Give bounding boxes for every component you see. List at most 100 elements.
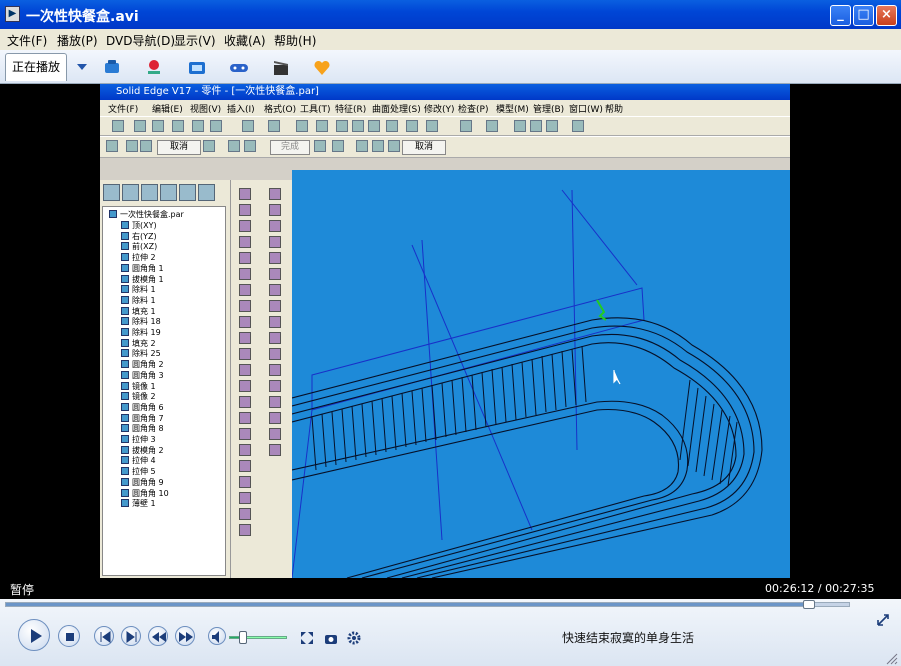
se-finish-button: 完成 xyxy=(270,140,310,155)
se-menu-item: 曲面处理(S) xyxy=(372,105,421,115)
tree-item-label: 圆角角 2 xyxy=(132,360,164,370)
se-menu-item: 帮助 xyxy=(605,105,624,115)
palette-tool-icon xyxy=(239,220,251,232)
palette-tool-icon xyxy=(269,236,281,248)
palette-tool-icon xyxy=(269,188,281,200)
seek-bar[interactable] xyxy=(5,600,850,609)
maximize-button[interactable]: □ xyxy=(853,5,874,26)
fast-forward-icon xyxy=(179,632,193,642)
tv-icon[interactable] xyxy=(188,59,206,75)
se-menu-item: 编辑(E) xyxy=(152,105,183,115)
3d-viewport xyxy=(292,170,790,578)
chevron-down-icon[interactable] xyxy=(76,63,88,71)
volume-slider[interactable] xyxy=(229,631,287,644)
tree-item: 镜像 1 xyxy=(121,381,156,392)
window-title: 一次性快餐盒.avi xyxy=(26,9,139,25)
palette-tool-icon xyxy=(269,220,281,232)
tree-item: 拉伸 2 xyxy=(121,253,156,263)
menu-help[interactable]: 帮助(H) xyxy=(274,32,316,49)
menu-view[interactable]: 显示(V) xyxy=(174,32,216,49)
se-menu-item: 修改(Y) xyxy=(424,105,455,115)
cad-model-drawing xyxy=(292,189,763,578)
clapperboard-icon[interactable] xyxy=(272,59,290,75)
next-button[interactable] xyxy=(121,626,141,646)
palette-tool-icon xyxy=(239,284,251,296)
feature-icon xyxy=(121,360,129,369)
tab-now-playing[interactable]: 正在播放 xyxy=(5,53,67,81)
heart-icon[interactable] xyxy=(313,59,331,75)
se-menu-item: 视图(V) xyxy=(190,105,222,115)
tree-item: 填充 2 xyxy=(121,338,156,349)
palette-tool-icon xyxy=(269,284,281,296)
feature-icon xyxy=(121,317,129,326)
tree-item: 除料 25 xyxy=(121,349,161,359)
palette-tool-icon xyxy=(269,204,281,216)
menu-play[interactable]: 播放(P) xyxy=(57,32,98,49)
gamepad-icon[interactable] xyxy=(229,59,249,75)
tree-item-label: 圆角角 10 xyxy=(132,488,169,498)
stop-button[interactable] xyxy=(58,625,80,647)
palette-tool-icon xyxy=(239,332,251,344)
mini-mode-icon[interactable] xyxy=(876,613,890,627)
tree-item: 除料 19 xyxy=(121,328,161,338)
fullscreen-icon[interactable] xyxy=(300,631,314,645)
video-area[interactable]: Solid Edge V17 - 零件 - [一次性快餐盒.par] 文件(F)… xyxy=(0,84,901,578)
tree-item-label: 拔模角 1 xyxy=(132,274,164,284)
mute-button[interactable] xyxy=(208,627,226,645)
palette-tool-icon xyxy=(269,396,281,408)
tree-root: 一次性快餐盒.par xyxy=(109,210,184,220)
palette-tool-icon xyxy=(239,204,251,216)
camera-icon[interactable] xyxy=(324,631,338,645)
palette-tool-icon xyxy=(239,460,251,472)
palette-tool-icon xyxy=(239,444,251,456)
minimize-button[interactable]: _ xyxy=(830,5,851,26)
rewind-button[interactable] xyxy=(148,626,168,646)
seek-thumb[interactable] xyxy=(802,600,815,609)
palette-tool-icon xyxy=(269,348,281,360)
solid-edge-menu: 文件(F) 编辑(E) 视图(V) 插入(I) 格式(O) 工具(T) 特征(R… xyxy=(100,100,790,116)
tree-item: 拉伸 5 xyxy=(121,467,156,477)
play-button[interactable] xyxy=(18,619,50,651)
feature-icon xyxy=(121,295,129,304)
feature-icon xyxy=(121,467,129,476)
tree-item: 拔模角 2 xyxy=(121,445,164,456)
now-playing-title: 快速结束寂寞的单身生活 xyxy=(561,631,694,645)
toolbar: 正在播放 xyxy=(0,50,901,84)
tree-item-label: 拉伸 2 xyxy=(132,253,156,263)
playback-state: 暂停 xyxy=(10,583,35,597)
volume-thumb[interactable] xyxy=(238,631,247,644)
gear-icon[interactable] xyxy=(347,631,361,645)
solid-edge-title: Solid Edge V17 - 零件 - [一次性快餐盒.par] xyxy=(100,84,790,100)
phone-icon[interactable] xyxy=(103,59,121,75)
palette-tool-icon xyxy=(269,252,281,264)
palette-tool-icon xyxy=(239,188,251,200)
se-menu-item: 文件(F) xyxy=(108,105,139,115)
palette-tool-icon xyxy=(269,268,281,280)
se-menu-item: 插入(I) xyxy=(227,105,255,115)
app-icon: ▶ xyxy=(5,6,20,22)
tree-item: 圆角角 6 xyxy=(121,402,164,413)
feature-icon xyxy=(121,435,129,443)
tree-item: 圆角角 3 xyxy=(121,370,164,381)
palette-tool-icon xyxy=(239,316,251,328)
fast-forward-button[interactable] xyxy=(175,626,195,646)
menu-file[interactable]: 文件(F) xyxy=(7,32,47,49)
feature-palette xyxy=(230,180,292,578)
palette-tool-icon xyxy=(239,236,251,248)
menu-favorites[interactable]: 收藏(A) xyxy=(224,32,266,49)
previous-button[interactable] xyxy=(94,626,114,646)
tree-item: 除料 18 xyxy=(121,317,161,327)
close-button[interactable]: × xyxy=(876,5,897,26)
time-readout: 00:26:12 / 00:27:35 xyxy=(765,582,875,595)
palette-tool-icon xyxy=(239,428,251,440)
tree-item-label: 拉伸 5 xyxy=(132,467,156,477)
map-pin-icon[interactable] xyxy=(145,59,163,75)
menu-dvd[interactable]: DVD导航(D) xyxy=(106,32,175,49)
tree-item-label: 圆角角 6 xyxy=(132,402,164,412)
feature-icon xyxy=(121,263,129,272)
tree-item-label: 拉伸 3 xyxy=(132,435,156,444)
resize-grip-icon[interactable] xyxy=(884,651,898,665)
tree-item-label: 除料 18 xyxy=(132,317,161,327)
se-toolbar-feature: 取消 完成 取消 xyxy=(100,136,790,158)
feature-icon xyxy=(121,285,129,294)
